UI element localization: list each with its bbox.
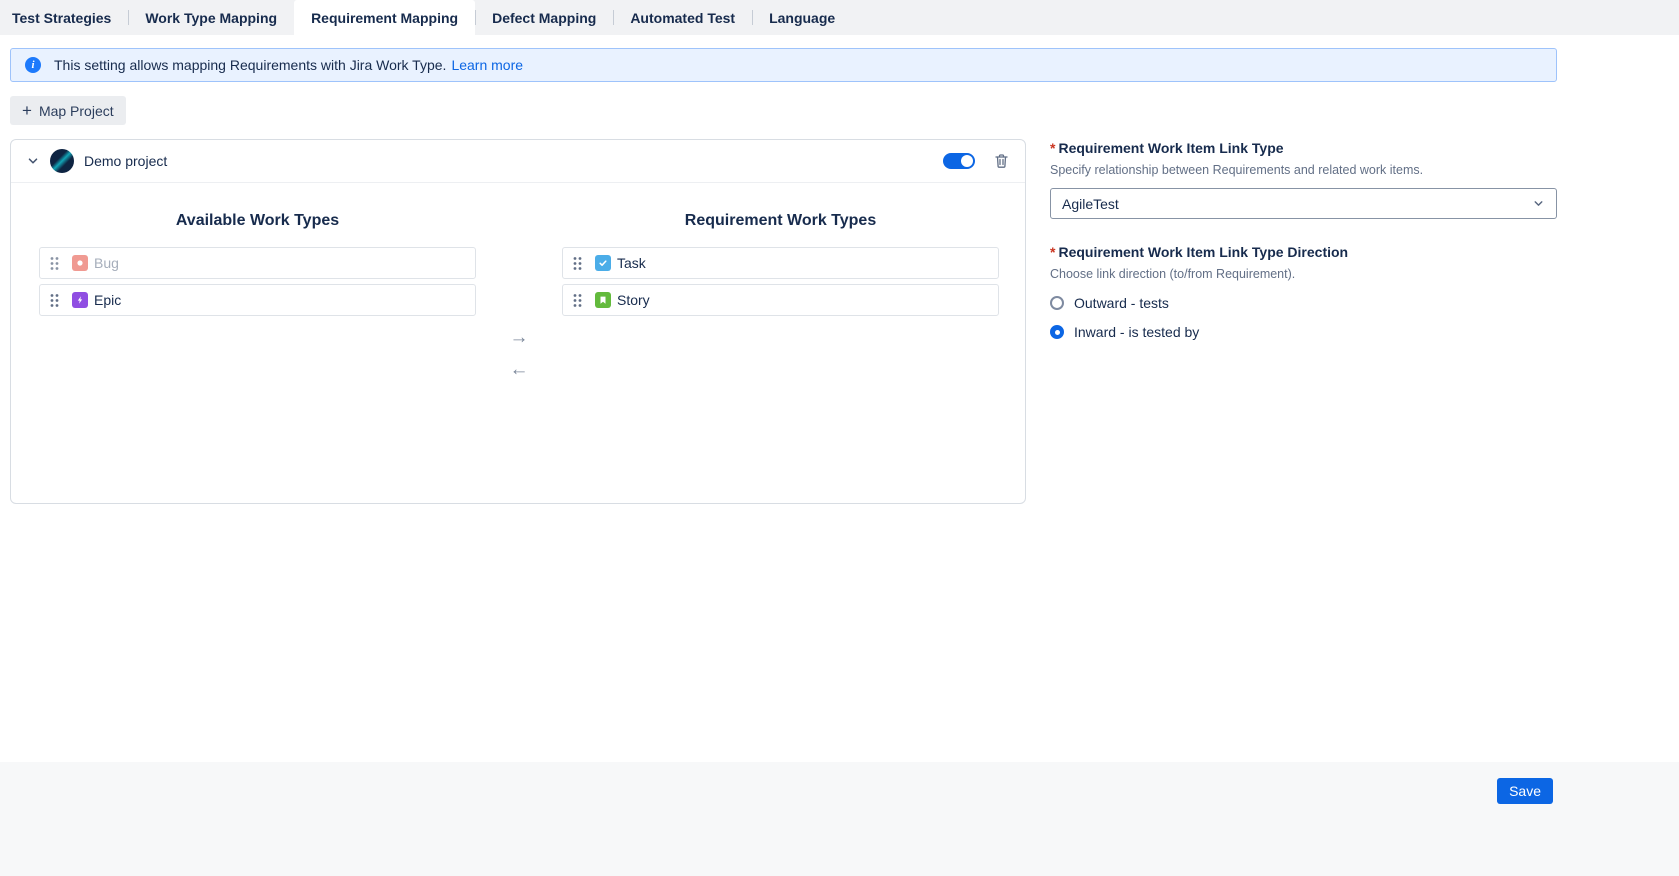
drag-handle-icon[interactable] bbox=[573, 256, 582, 271]
available-column-title: Available Work Types bbox=[39, 212, 476, 230]
work-type-label: Task bbox=[617, 255, 646, 271]
link-type-select-value: AgileTest bbox=[1062, 196, 1119, 212]
required-marker: * bbox=[1050, 244, 1055, 260]
radio-label: Inward - is tested by bbox=[1074, 324, 1199, 340]
direction-group: *Requirement Work Item Link Type Directi… bbox=[1050, 244, 1557, 340]
info-banner: i This setting allows mapping Requiremen… bbox=[10, 48, 1557, 82]
move-right-icon[interactable]: → bbox=[510, 328, 529, 347]
work-type-item-task[interactable]: Task bbox=[562, 247, 999, 279]
direction-label-text: Requirement Work Item Link Type Directio… bbox=[1058, 244, 1348, 260]
project-avatar bbox=[50, 149, 74, 173]
toggle-knob bbox=[961, 155, 973, 167]
project-card-header: Demo project bbox=[11, 140, 1025, 183]
tab-work-type-mapping[interactable]: Work Type Mapping bbox=[128, 0, 294, 35]
task-icon bbox=[595, 255, 611, 271]
radio-button-icon[interactable] bbox=[1050, 325, 1064, 339]
footer-bar: Save bbox=[0, 762, 1679, 876]
tab-automated-test[interactable]: Automated Test bbox=[613, 0, 752, 35]
required-marker: * bbox=[1050, 140, 1055, 156]
main-layout: Demo project Available Work Types bbox=[10, 139, 1679, 504]
link-type-label: *Requirement Work Item Link Type bbox=[1050, 140, 1557, 156]
chevron-down-icon bbox=[1532, 197, 1545, 210]
work-type-item-story[interactable]: Story bbox=[562, 284, 999, 316]
direction-description: Choose link direction (to/from Requireme… bbox=[1050, 267, 1557, 281]
radio-label: Outward - tests bbox=[1074, 295, 1169, 311]
link-type-label-text: Requirement Work Item Link Type bbox=[1058, 140, 1283, 156]
transfer-arrows: → ← bbox=[497, 328, 541, 379]
drag-handle-icon[interactable] bbox=[573, 293, 582, 308]
save-button[interactable]: Save bbox=[1497, 778, 1553, 804]
requirement-work-types-column: Requirement Work Types Task bbox=[562, 199, 999, 321]
epic-icon bbox=[72, 292, 88, 308]
work-type-item-epic[interactable]: Epic bbox=[39, 284, 476, 316]
trash-icon bbox=[994, 153, 1009, 169]
project-enabled-toggle[interactable] bbox=[943, 153, 975, 169]
link-type-select[interactable]: AgileTest bbox=[1050, 188, 1557, 219]
chevron-down-icon bbox=[26, 154, 40, 168]
project-card-body: Available Work Types Bug bbox=[11, 183, 1025, 503]
map-project-label: Map Project bbox=[39, 103, 114, 119]
work-type-label: Story bbox=[617, 292, 650, 308]
available-work-types-column: Available Work Types Bug bbox=[39, 199, 476, 321]
plus-icon: + bbox=[22, 102, 32, 119]
work-type-label: Epic bbox=[94, 292, 121, 308]
drag-handle-icon[interactable] bbox=[50, 293, 59, 308]
radio-inward-is-tested-by[interactable]: Inward - is tested by bbox=[1050, 324, 1557, 340]
tab-language[interactable]: Language bbox=[752, 0, 852, 35]
banner-text: This setting allows mapping Requirements… bbox=[54, 57, 446, 73]
requirement-mapping-page: Test Strategies Work Type Mapping Requir… bbox=[0, 0, 1679, 876]
direction-label: *Requirement Work Item Link Type Directi… bbox=[1050, 244, 1557, 260]
info-icon: i bbox=[25, 57, 41, 73]
radio-button-icon[interactable] bbox=[1050, 296, 1064, 310]
tab-bar: Test Strategies Work Type Mapping Requir… bbox=[0, 0, 1679, 35]
learn-more-link[interactable]: Learn more bbox=[451, 57, 523, 73]
tab-requirement-mapping[interactable]: Requirement Mapping bbox=[294, 0, 475, 35]
radio-outward-tests[interactable]: Outward - tests bbox=[1050, 295, 1557, 311]
collapse-button[interactable] bbox=[21, 149, 45, 173]
link-settings-panel: *Requirement Work Item Link Type Specify… bbox=[1050, 139, 1557, 340]
work-type-label: Bug bbox=[94, 255, 119, 271]
project-name: Demo project bbox=[84, 153, 167, 169]
move-left-icon[interactable]: ← bbox=[510, 360, 529, 379]
work-type-item-bug[interactable]: Bug bbox=[39, 247, 476, 279]
tab-defect-mapping[interactable]: Defect Mapping bbox=[475, 0, 613, 35]
tab-test-strategies[interactable]: Test Strategies bbox=[0, 0, 128, 35]
delete-project-button[interactable] bbox=[992, 151, 1011, 171]
drag-handle-icon[interactable] bbox=[50, 256, 59, 271]
bug-icon bbox=[72, 255, 88, 271]
link-type-description: Specify relationship between Requirement… bbox=[1050, 163, 1557, 177]
story-icon bbox=[595, 292, 611, 308]
project-card: Demo project Available Work Types bbox=[10, 139, 1026, 504]
map-project-button[interactable]: + Map Project bbox=[10, 96, 126, 125]
requirement-column-title: Requirement Work Types bbox=[562, 212, 999, 230]
